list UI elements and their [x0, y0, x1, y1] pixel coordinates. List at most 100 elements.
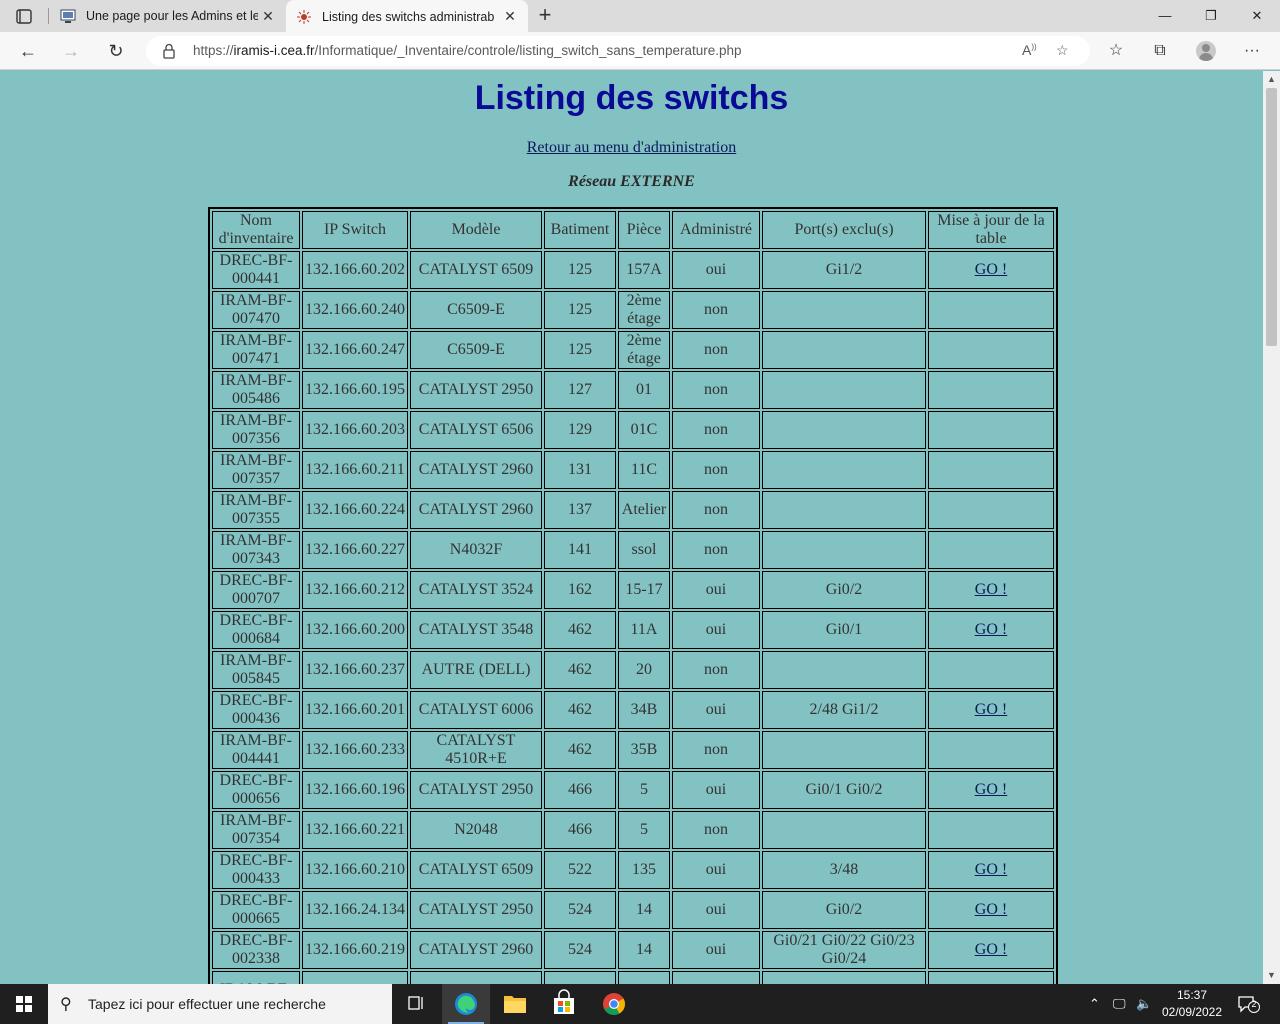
cell-ip-switch: 132.166.60.195 [302, 371, 408, 409]
cell-modele: CATALYST 6506 [410, 411, 542, 449]
new-tab-icon[interactable]: + [533, 4, 557, 28]
lock-icon[interactable] [162, 43, 176, 59]
vertical-scrollbar[interactable]: ▲ ▼ [1263, 71, 1280, 984]
notification-icon[interactable]: 2 [1236, 994, 1260, 1014]
cell-batiment: 129 [544, 411, 616, 449]
taskbar-search[interactable]: ⚲ Tapez ici pour effectuer une recherche [48, 984, 392, 1024]
refresh-icon[interactable]: ↻ [101, 37, 131, 65]
cell-administre: non [672, 371, 760, 409]
windows-icon [16, 996, 32, 1012]
tab-favicon [60, 8, 76, 24]
cell-administre: oui [672, 691, 760, 729]
cell-administre: non [672, 411, 760, 449]
column-header: Port(s) exclu(s) [762, 211, 926, 249]
cell-batiment [544, 971, 616, 984]
close-icon[interactable]: ✕ [502, 8, 518, 24]
cell-administre: oui [672, 851, 760, 889]
go-update-link[interactable]: GO ! [975, 901, 1007, 918]
scrollbar-thumb[interactable] [1266, 88, 1277, 346]
cell-batiment: 125 [544, 291, 616, 329]
chevron-up-icon[interactable]: ⌃ [1089, 996, 1100, 1012]
tab-actions-icon[interactable] [10, 7, 38, 27]
cell-piece [618, 971, 670, 984]
volume-icon[interactable]: 🔈 [1136, 996, 1152, 1012]
go-update-link[interactable]: GO ! [975, 941, 1007, 958]
go-update-link[interactable]: GO ! [975, 701, 1007, 718]
cell-nom-inventaire: DREC-BF-002338 [212, 931, 300, 969]
collections-icon[interactable]: ⧉ [1145, 37, 1175, 65]
cell-modele: CATALYST 4510R+E [410, 731, 542, 769]
cell-batiment: 462 [544, 691, 616, 729]
edge-icon[interactable] [442, 984, 490, 1024]
cell-mise-a-jour: GO ! [928, 251, 1054, 289]
back-icon[interactable]: ← [13, 37, 43, 65]
network-icon[interactable]: 🖵 [1113, 996, 1126, 1012]
task-view-icon[interactable] [392, 984, 440, 1024]
more-icon[interactable]: ··· [1237, 37, 1267, 65]
cell-ports-exclus [762, 371, 926, 409]
cell-ip-switch: 132.166.60.211 [302, 451, 408, 489]
table-row: IRAM-BF-004441 132.166.60.233 CATALYST 451… [212, 731, 1054, 769]
cell-mise-a-jour: GO ! [928, 931, 1054, 969]
clock-date: 02/09/2022 [1161, 1005, 1223, 1019]
go-update-link[interactable]: GO ! [975, 621, 1007, 638]
start-button[interactable] [0, 984, 48, 1024]
profile-icon[interactable] [1196, 41, 1216, 61]
column-header: Pièce [618, 211, 670, 249]
cell-batiment: 127 [544, 371, 616, 409]
table-row: IRAM-BF-007357 132.166.60.211 CATALYST 296… [212, 451, 1054, 489]
address-bar[interactable]: https://iramis-i.cea.fr/Informatique/_In… [146, 36, 1090, 66]
cell-ip-switch: 132.166.60.203 [302, 411, 408, 449]
cell-modele: CATALYST 6509 [410, 251, 542, 289]
cell-piece: 34B [618, 691, 670, 729]
cell-ports-exclus: Gi0/1 Gi0/2 [762, 771, 926, 809]
cell-piece: 5 [618, 771, 670, 809]
cell-piece: 14 [618, 931, 670, 969]
restore-button[interactable]: ❐ [1188, 0, 1234, 32]
table-row: IRAM-BF-007356 132.166.60.203 CATALYST 650… [212, 411, 1054, 449]
cell-ip-switch: 132.166.60.233 [302, 731, 408, 769]
cell-administre: non [672, 331, 760, 369]
cell-batiment: 466 [544, 771, 616, 809]
scroll-up-icon[interactable]: ▲ [1263, 71, 1280, 88]
tab-listing-switchs[interactable]: Listing des switchs administrable ✕ [286, 0, 528, 34]
read-aloud-icon[interactable]: A)) [1022, 42, 1037, 58]
cell-batiment: 524 [544, 931, 616, 969]
cell-piece: 35B [618, 731, 670, 769]
cell-ip-switch: 132.166.60.201 [302, 691, 408, 729]
cell-ports-exclus: Gi1/2 [762, 251, 926, 289]
clock[interactable]: 15:37 02/09/2022 [1158, 987, 1226, 1021]
add-favorite-icon[interactable]: ☆ [1056, 42, 1069, 59]
store-icon[interactable] [540, 984, 588, 1024]
cell-ports-exclus [762, 291, 926, 329]
go-update-link[interactable]: GO ! [975, 261, 1007, 278]
navigation-bar: ← → ↻ https://iramis-i.cea.fr/Informatiq… [0, 32, 1280, 70]
cell-nom-inventaire: DREC-BF-000684 [212, 611, 300, 649]
cell-nom-inventaire: IRAM-BF-007471 [212, 331, 300, 369]
cell-administre: non [672, 491, 760, 529]
go-update-link[interactable]: GO ! [975, 581, 1007, 598]
chrome-icon[interactable] [590, 984, 638, 1024]
cell-mise-a-jour [928, 731, 1054, 769]
file-explorer-icon[interactable] [491, 984, 539, 1024]
back-to-admin-link[interactable]: Retour au menu d'administration [527, 139, 737, 156]
cell-nom-inventaire: IRAM-BF-007343 [212, 531, 300, 569]
cell-piece: ssol [618, 531, 670, 569]
go-update-link[interactable]: GO ! [975, 861, 1007, 878]
forward-icon[interactable]: → [56, 37, 86, 65]
cell-batiment: 137 [544, 491, 616, 529]
url-text: https://iramis-i.cea.fr/Informatique/_In… [193, 43, 742, 58]
minimize-button[interactable]: — [1142, 0, 1188, 32]
cell-modele: N4032F [410, 531, 542, 569]
go-update-link[interactable]: GO ! [975, 781, 1007, 798]
close-icon[interactable]: ✕ [260, 8, 276, 24]
table-row: DREC-BF-002338 132.166.60.219 CATALYST 296… [212, 931, 1054, 969]
favorites-icon[interactable]: ☆ [1101, 37, 1131, 65]
cell-ip-switch: 132.166.60.200 [302, 611, 408, 649]
scroll-down-icon[interactable]: ▼ [1263, 967, 1280, 984]
tab-admins[interactable]: Une page pour les Admins et les ✕ [50, 0, 286, 32]
cell-administre: oui [672, 251, 760, 289]
cell-nom-inventaire: IRAM-BF-005845 [212, 651, 300, 689]
close-window-button[interactable]: ✕ [1234, 0, 1280, 32]
cell-nom-inventaire: DREC-BF-000656 [212, 771, 300, 809]
